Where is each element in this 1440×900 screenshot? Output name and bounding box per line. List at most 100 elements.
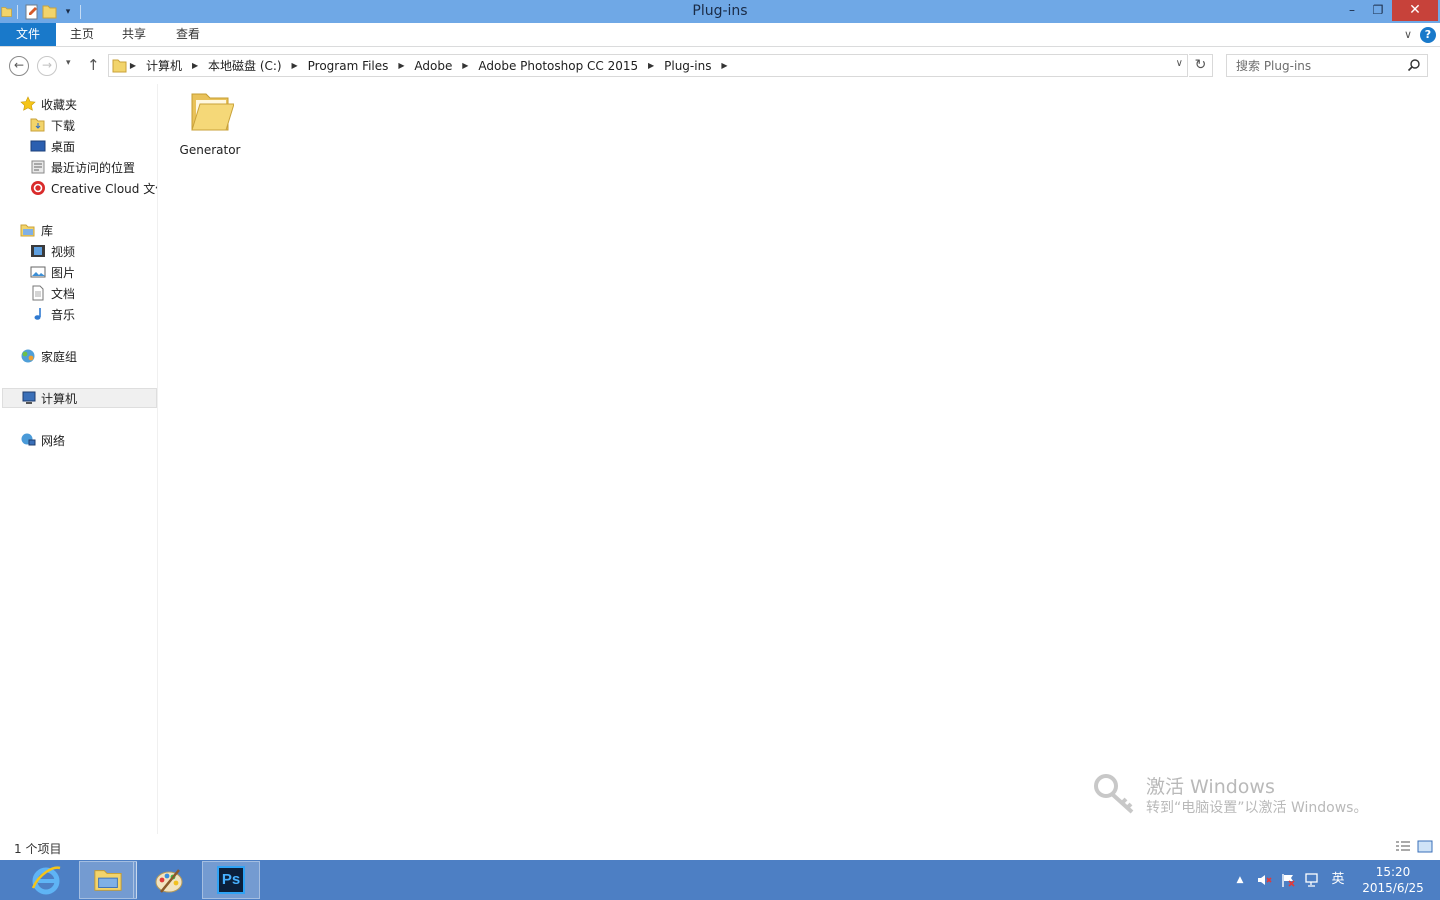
window-title: Plug-ins (692, 3, 748, 19)
document-icon (32, 285, 44, 301)
nav-favorites[interactable]: 收藏夹 (20, 94, 77, 114)
breadcrumb-photoshop[interactable]: Adobe Photoshop CC 2015 (470, 55, 646, 76)
up-icon[interactable]: ↑ (87, 56, 100, 74)
chevron-right-icon[interactable]: ▶ (460, 61, 470, 70)
forward-button[interactable]: → (37, 56, 57, 76)
close-button[interactable]: ✕ (1392, 0, 1438, 21)
nav-downloads[interactable]: 下载 (30, 115, 75, 135)
clock-date: 2015/6/25 (1362, 881, 1424, 895)
homegroup-icon (21, 349, 35, 363)
chevron-right-icon[interactable]: ▶ (190, 61, 200, 70)
chevron-right-icon[interactable]: ▶ (290, 61, 300, 70)
help-icon[interactable]: ? (1420, 26, 1436, 43)
search-icon[interactable] (1407, 58, 1421, 72)
breadcrumb-program-files[interactable]: Program Files (300, 55, 397, 76)
nav-label: 网络 (41, 433, 66, 448)
folder-name: Generator (179, 143, 241, 157)
ribbon-tabs: 文件 主页 共享 查看 ∨ ? (0, 23, 1440, 47)
nav-music[interactable]: 音乐 (30, 304, 75, 324)
network-icon (21, 433, 36, 446)
network-status-icon[interactable] (1304, 872, 1320, 888)
breadcrumb-plug-ins[interactable]: Plug-ins (656, 55, 719, 76)
chevron-right-icon[interactable]: ▶ (719, 61, 729, 70)
chevron-right-icon[interactable]: ▶ (128, 61, 138, 70)
nav-label: 文档 (51, 286, 76, 301)
minimize-button[interactable]: – (1338, 0, 1366, 21)
clock[interactable]: 15:20 2015/6/25 (1356, 864, 1430, 896)
nav-desktop[interactable]: 桌面 (30, 136, 75, 156)
tab-view[interactable]: 查看 (162, 23, 214, 46)
nav-network[interactable]: 网络 (20, 430, 65, 450)
libraries-icon (20, 224, 35, 237)
nav-recent-places[interactable]: 最近访问的位置 (30, 157, 135, 177)
navigation-pane: 收藏夹 下载 桌面 最近访问的位置 Creative Cloud 文件 库 视频 (0, 84, 158, 834)
address-bar[interactable]: ▶ 计算机 ▶ 本地磁盘 (C:) ▶ Program Files ▶ Adob… (108, 54, 1188, 77)
nav-homegroup[interactable]: 家庭组 (20, 346, 77, 366)
clock-time: 15:20 (1375, 865, 1411, 879)
back-button[interactable]: ← (9, 56, 29, 76)
search-input[interactable] (1227, 55, 1397, 76)
nav-label: 下载 (51, 118, 76, 133)
breadcrumb-computer[interactable]: 计算机 (138, 55, 190, 76)
file-list[interactable]: Generator 激活 Windows 转到“电脑设置”以激活 Windows… (159, 84, 1440, 834)
recent-locations-icon[interactable]: ▾ (66, 58, 71, 68)
nav-libraries[interactable]: 库 (20, 220, 53, 240)
photoshop-icon: Ps (217, 866, 245, 894)
breadcrumb-local-disk[interactable]: 本地磁盘 (C:) (200, 55, 290, 76)
tab-home[interactable]: 主页 (56, 23, 108, 46)
taskbar-file-explorer[interactable] (79, 861, 137, 899)
nav-label: 视频 (51, 244, 76, 259)
tab-share[interactable]: 共享 (108, 23, 160, 46)
nav-pictures[interactable]: 图片 (30, 262, 75, 282)
chevron-right-icon[interactable]: ▶ (646, 61, 656, 70)
file-explorer-icon (94, 870, 122, 891)
address-dropdown-icon[interactable]: ∨ (1176, 58, 1183, 69)
key-icon (1094, 774, 1134, 814)
chevron-right-icon[interactable]: ▶ (396, 61, 406, 70)
item-count: 1 个项目 (14, 842, 62, 856)
taskbar-internet-explorer[interactable] (17, 861, 75, 899)
star-icon (20, 96, 36, 111)
expand-ribbon-icon[interactable]: ∨ (1404, 28, 1412, 41)
action-center-icon[interactable] (1280, 872, 1296, 888)
ime-indicator[interactable]: 英 (1328, 872, 1348, 888)
nav-computer[interactable]: 计算机 (2, 388, 157, 408)
breadcrumb-adobe[interactable]: Adobe (406, 55, 460, 76)
explorer-window: ▾ Plug-ins – ❐ ✕ 文件 主页 共享 查看 ∨ ? ← → ▾ ↑… (0, 0, 1440, 860)
volume-muted-icon[interactable] (1256, 872, 1272, 888)
activation-watermark: 激活 Windows 转到“电脑设置”以激活 Windows。 (1092, 770, 1432, 820)
computer-icon (22, 391, 36, 404)
large-icons-view-icon[interactable] (1417, 840, 1433, 854)
nav-label: Creative Cloud 文件 (51, 181, 158, 196)
desktop-icon (30, 140, 46, 152)
taskbar-photoshop[interactable]: Ps (202, 861, 260, 899)
music-icon (34, 308, 41, 320)
recent-places-icon (31, 160, 45, 174)
folder-icon (191, 93, 235, 131)
watermark-title: 激活 Windows (1146, 776, 1275, 798)
folder-item[interactable]: Generator (173, 88, 247, 158)
nav-documents[interactable]: 文档 (30, 283, 75, 303)
nav-label: 音乐 (51, 307, 76, 322)
refresh-button[interactable]: ↻ (1189, 54, 1213, 77)
restore-button[interactable]: ❐ (1364, 0, 1392, 21)
details-view-icon[interactable] (1395, 840, 1411, 854)
watermark-subtitle: 转到“电脑设置”以激活 Windows。 (1146, 800, 1368, 816)
title-bar[interactable]: ▾ Plug-ins – ❐ ✕ (0, 0, 1440, 23)
system-tray: ▲ 英 15:20 2015/6/25 (1228, 860, 1440, 900)
video-icon (31, 245, 45, 257)
show-hidden-icons-icon[interactable]: ▲ (1232, 872, 1248, 888)
nav-label: 家庭组 (41, 349, 78, 364)
navigation-bar: ← → ▾ ↑ ▶ 计算机 ▶ 本地磁盘 (C:) ▶ Program File… (0, 48, 1440, 84)
tab-file[interactable]: 文件 (0, 23, 56, 46)
search-box[interactable] (1226, 54, 1428, 77)
nav-creative-cloud[interactable]: Creative Cloud 文件 (30, 178, 158, 198)
folder-icon (112, 59, 127, 72)
nav-label: 最近访问的位置 (51, 160, 136, 175)
downloads-folder-icon (30, 118, 45, 132)
taskbar-divider (133, 862, 137, 898)
status-bar: 1 个项目 (0, 836, 1440, 860)
nav-label: 库 (41, 223, 54, 238)
nav-videos[interactable]: 视频 (30, 241, 75, 261)
taskbar-paint[interactable] (140, 861, 198, 899)
